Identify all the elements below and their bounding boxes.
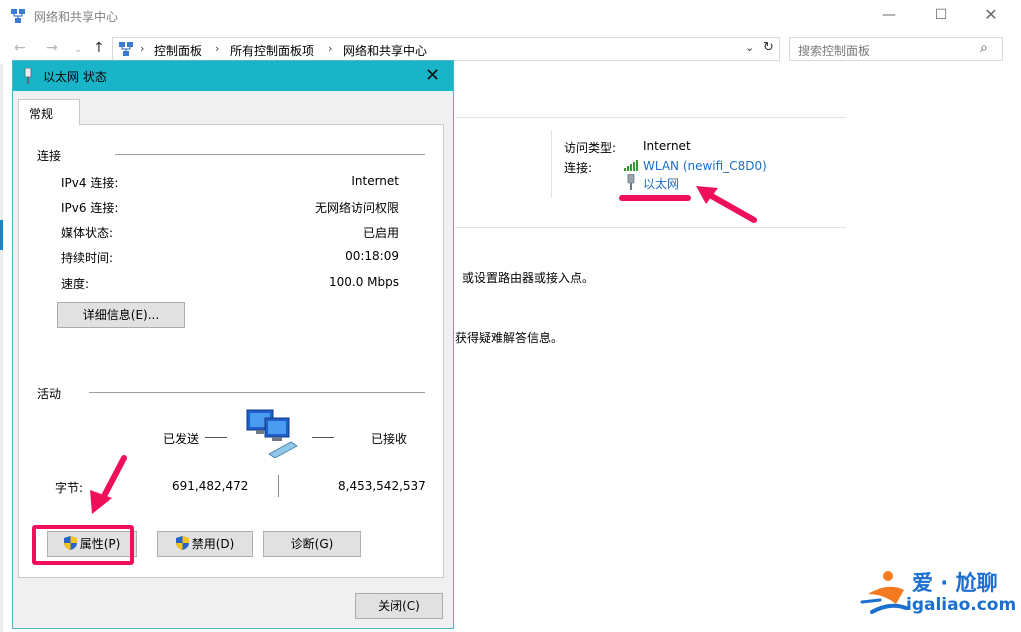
setup-router-text: 或设置路由器或接入点。 — [462, 271, 595, 285]
activity-group-label: 活动 — [37, 387, 62, 401]
speed-label: 速度: — [61, 277, 90, 291]
watermark-url: igaliao.com — [906, 595, 1017, 615]
dialog-close-icon[interactable]: ✕ — [425, 65, 440, 86]
ipv4-value: Internet — [351, 174, 399, 188]
bytes-sent-value: 691,482,472 — [172, 479, 249, 493]
ethernet-link[interactable]: 以太网 — [643, 175, 679, 192]
back-button[interactable]: ← — [14, 40, 26, 56]
annotation-underline — [619, 195, 691, 201]
media-state-label: 媒体状态: — [61, 226, 114, 240]
disable-button[interactable]: 禁用(D) — [157, 531, 253, 557]
received-dash — [312, 437, 334, 438]
duration-value: 00:18:09 — [345, 249, 399, 263]
tab-general[interactable]: 常规 — [18, 99, 80, 125]
ipv6-label: IPv6 连接: — [61, 201, 119, 215]
disable-button-label: 禁用(D) — [191, 537, 235, 551]
media-state-value: 已启用 — [362, 226, 399, 240]
divider — [455, 227, 846, 228]
group-divider — [89, 392, 425, 393]
access-type-value: Internet — [643, 139, 691, 153]
uac-shield-icon — [175, 536, 189, 550]
breadcrumb-separator: › — [215, 42, 220, 55]
speed-value: 100.0 Mbps — [328, 275, 399, 289]
control-panel-icon — [119, 42, 133, 56]
search-icon[interactable]: ⌕ — [980, 40, 988, 56]
details-button[interactable]: 详细信息(E)... — [57, 302, 185, 328]
annotation-arrow-icon — [696, 186, 757, 223]
watermark-text: 爱 · 尬聊 — [912, 571, 998, 595]
tab-general-label: 常规 — [29, 107, 54, 121]
wifi-signal-icon — [624, 160, 638, 171]
left-pane-accent — [0, 220, 3, 250]
address-dropdown-icon[interactable]: ⌄ — [745, 41, 754, 54]
ipv4-label: IPv4 连接: — [61, 176, 119, 190]
wlan-link[interactable]: WLAN (newifi_C8D0) — [643, 159, 767, 173]
window-title-bar: 网络和共享中心 — ☐ ✕ — [0, 0, 1021, 32]
maximize-button[interactable]: ☐ — [918, 4, 964, 28]
breadcrumb-network-center[interactable]: 网络和共享中心 — [343, 42, 427, 59]
up-button[interactable]: ↑ — [93, 40, 105, 56]
window-close-button[interactable]: ✕ — [968, 4, 1014, 28]
group-divider — [115, 154, 425, 155]
window-title: 网络和共享中心 — [34, 10, 119, 24]
address-bar[interactable]: › 控制面板 › 所有控制面板项 › 网络和共享中心 ⌄ ↻ — [112, 37, 780, 61]
sent-label: 已发送 — [163, 432, 200, 446]
breadcrumb-control-panel[interactable]: 控制面板 — [154, 42, 202, 59]
sent-dash — [205, 437, 227, 438]
forward-button[interactable]: → — [46, 40, 58, 56]
duration-label: 持续时间: — [61, 251, 114, 265]
access-type-label: 访问类型: — [564, 141, 617, 155]
network-computers-icon — [246, 409, 298, 458]
breadcrumb-separator: › — [328, 42, 333, 55]
left-pane-edge — [0, 64, 3, 632]
divider — [455, 117, 846, 118]
close-button[interactable]: 关闭(C) — [355, 593, 443, 619]
bytes-separator — [278, 475, 279, 497]
breadcrumb-separator: › — [140, 42, 145, 55]
breadcrumb-all-items[interactable]: 所有控制面板项 — [230, 42, 314, 59]
annotation-arrow-icon — [90, 455, 127, 514]
minimize-button[interactable]: — — [866, 4, 912, 28]
divider — [551, 130, 552, 198]
received-label: 已接收 — [371, 432, 408, 446]
refresh-icon[interactable]: ↻ — [763, 40, 774, 55]
network-center-icon — [11, 9, 25, 23]
connection-group-label: 连接 — [37, 149, 62, 163]
annotation-highlight-box — [32, 525, 134, 565]
connections-label: 连接: — [564, 161, 593, 175]
ethernet-icon — [627, 174, 635, 190]
dialog-title: 以太网 状态 — [43, 70, 107, 84]
bytes-label: 字节: — [55, 481, 84, 495]
general-tab-page: 连接 IPv4 连接: Internet IPv6 连接: 无网络访问权限 媒体… — [18, 124, 444, 578]
recent-locations-dropdown[interactable]: ⌄ — [74, 44, 82, 55]
ethernet-icon — [24, 68, 32, 84]
troubleshoot-text: 获得疑难解答信息。 — [455, 331, 564, 345]
search-box[interactable]: 搜索控制面板 ⌕ — [789, 37, 1003, 61]
ipv6-value: 无网络访问权限 — [314, 201, 399, 215]
search-placeholder: 搜索控制面板 — [798, 44, 871, 58]
dialog-title-bar: 以太网 状态 ✕ — [13, 61, 453, 91]
bytes-received-value: 8,453,542,537 — [338, 479, 426, 493]
diagnose-button[interactable]: 诊断(G) — [263, 531, 361, 557]
